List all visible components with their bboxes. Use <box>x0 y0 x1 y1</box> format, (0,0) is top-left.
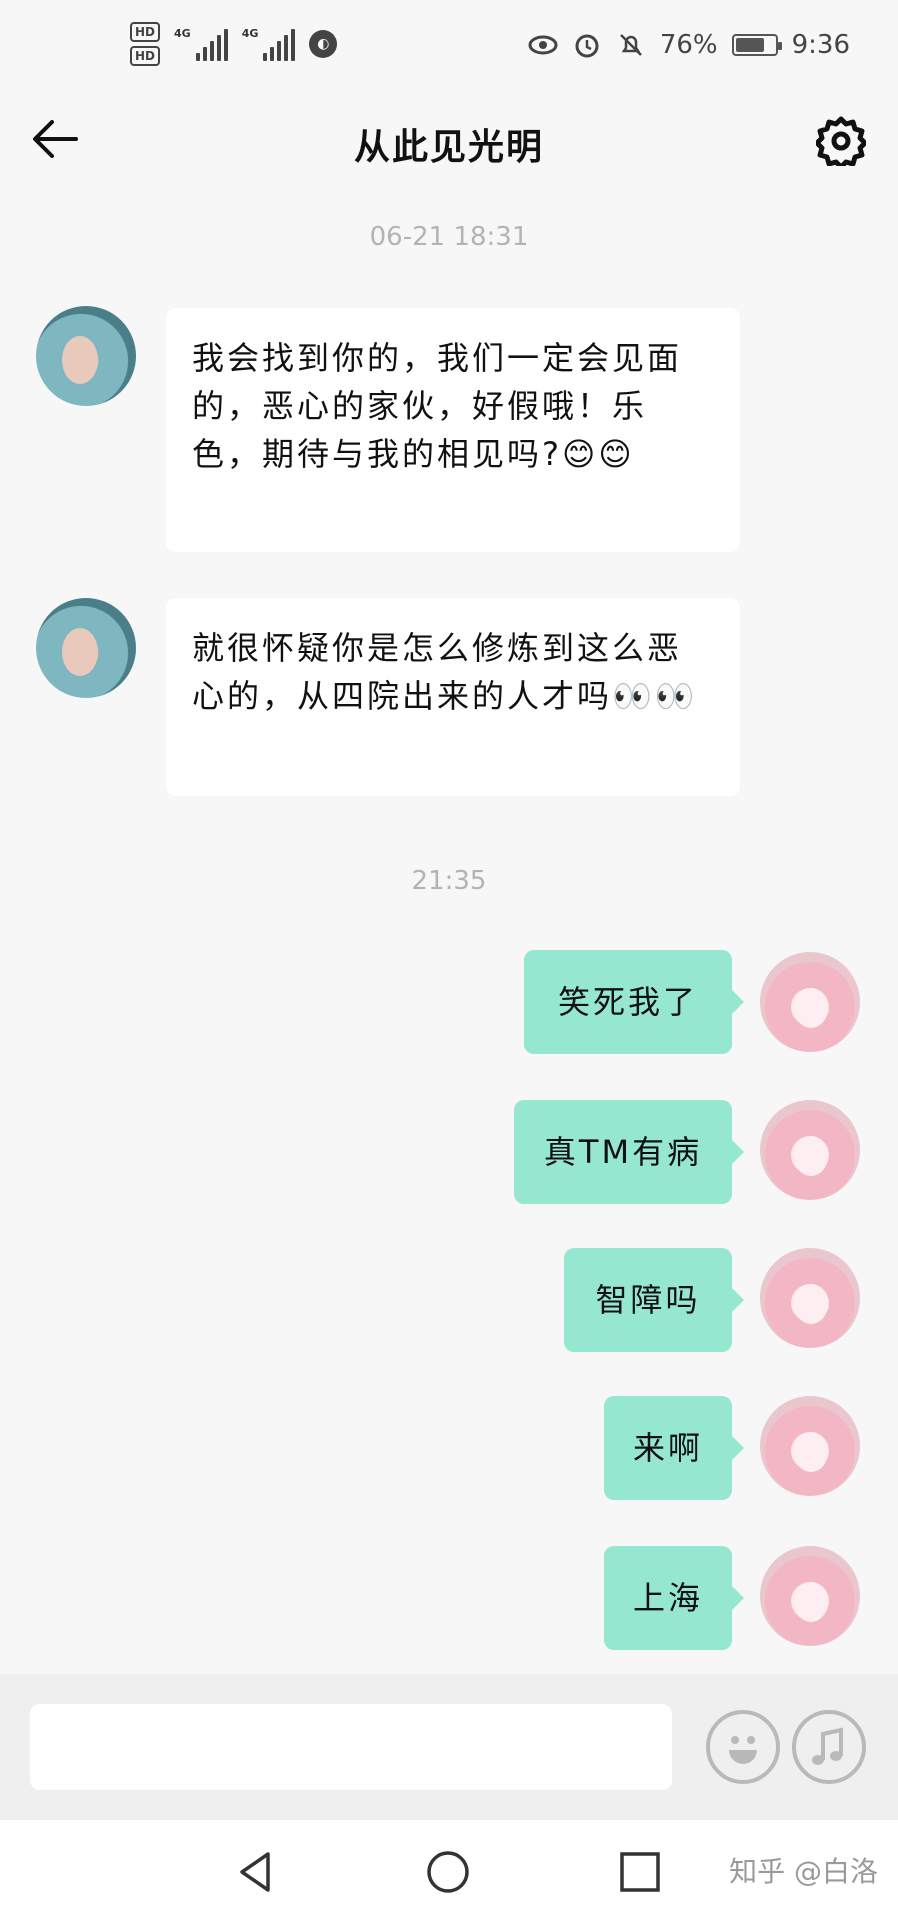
alarm-icon <box>572 30 602 60</box>
square-recent-icon <box>620 1852 660 1892</box>
my-avatar[interactable] <box>760 1100 860 1200</box>
my-avatar[interactable] <box>760 952 860 1052</box>
eye-icon <box>528 30 558 60</box>
system-nav-bar: 知乎 @白洛 <box>0 1820 898 1920</box>
friend-avatar[interactable] <box>36 306 136 406</box>
my-avatar[interactable] <box>760 1248 860 1348</box>
watermark: 知乎 @白洛 <box>729 1855 878 1888</box>
hd-indicators: HD HD <box>130 22 161 66</box>
incoming-message-text: 就很怀疑你是怎么修炼到这么恶心的，从四院出来的人才吗👀👀 <box>192 629 698 715</box>
signal-2-icon: 4G <box>242 27 296 61</box>
circle-home-icon <box>427 1851 469 1893</box>
settings-button[interactable] <box>814 116 868 170</box>
timestamp-1: 06-21 18:31 <box>369 222 529 252</box>
status-left: HD HD 4G 4G ◐ <box>130 22 338 66</box>
smiley-icon <box>729 1736 757 1764</box>
hd1-badge: HD <box>130 22 161 42</box>
network-type-2: 4G <box>241 27 259 40</box>
my-avatar[interactable] <box>760 1546 860 1646</box>
signal-1-icon: 4G <box>174 27 228 61</box>
incoming-message: 就很怀疑你是怎么修炼到这么恶心的，从四院出来的人才吗👀👀 <box>166 598 740 796</box>
outgoing-message-text: 真TM有病 <box>543 1133 703 1171</box>
input-bar <box>0 1674 898 1820</box>
outgoing-message-text: 来啊 <box>632 1429 703 1467</box>
incoming-message: 我会找到你的，我们一定会见面的，恶心的家伙，好假哦！乐色，期待与我的相见吗?😊😊 <box>166 308 740 552</box>
emoji-button[interactable] <box>706 1710 780 1784</box>
outgoing-message: 智障吗 <box>564 1248 744 1352</box>
chat-header: 从此见光明 <box>0 100 898 180</box>
nav-recent-button[interactable] <box>618 1850 662 1894</box>
my-avatar[interactable] <box>760 1396 860 1496</box>
mute-bell-icon <box>616 30 646 60</box>
incoming-message-text: 我会找到你的，我们一定会见面的，恶心的家伙，好假哦！乐色，期待与我的相见吗?😊😊 <box>192 339 683 473</box>
globe-icon: ◐ <box>309 30 338 58</box>
battery-icon <box>731 34 782 56</box>
outgoing-message-text: 上海 <box>632 1579 703 1617</box>
outgoing-message-text: 笑死我了 <box>557 983 698 1021</box>
outgoing-message: 上海 <box>604 1546 744 1650</box>
voice-button[interactable] <box>792 1710 866 1784</box>
outgoing-message: 来啊 <box>604 1396 744 1500</box>
friend-avatar[interactable] <box>36 598 136 698</box>
message-input[interactable] <box>30 1704 672 1790</box>
outgoing-message: 笑死我了 <box>524 950 744 1054</box>
outgoing-message: 真TM有病 <box>514 1100 744 1204</box>
timestamp-2: 21:35 <box>411 866 487 896</box>
gear-icon <box>814 116 868 170</box>
battery-percent: 76% <box>659 30 718 60</box>
nav-home-button[interactable] <box>426 1850 470 1894</box>
clock: 9:36 <box>791 30 850 60</box>
chat-title: 从此见光明 <box>353 127 544 168</box>
status-bar: HD HD 4G 4G ◐ 76% 9:36 <box>0 0 898 100</box>
status-right: 76% 9:36 <box>528 30 850 60</box>
music-note-icon <box>812 1727 843 1765</box>
hd2-badge: HD <box>130 46 161 66</box>
outgoing-message-text: 智障吗 <box>595 1281 701 1319</box>
triangle-back-icon <box>240 1852 270 1892</box>
network-type-1: 4G <box>174 27 191 40</box>
nav-back-button[interactable] <box>234 1850 278 1894</box>
